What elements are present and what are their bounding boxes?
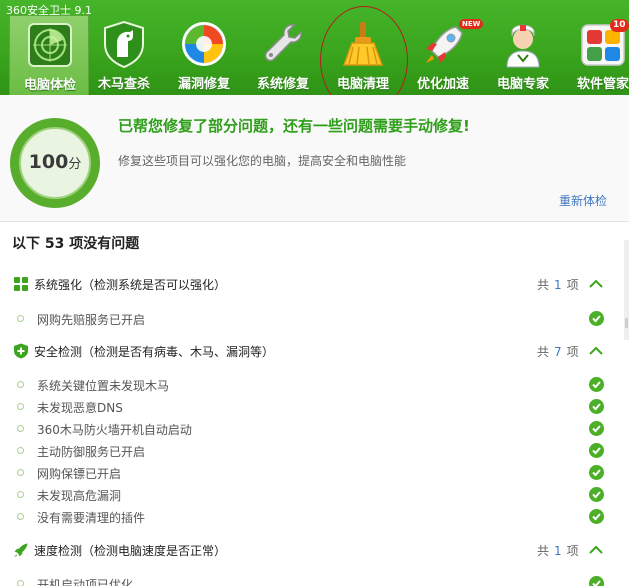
nav-vuln-fix[interactable]: 漏洞修复 bbox=[164, 15, 244, 95]
wrench-icon bbox=[264, 24, 302, 62]
bullet bbox=[17, 491, 24, 498]
count-suffix: 项 bbox=[566, 345, 579, 359]
bullet bbox=[17, 513, 24, 520]
item-text: 网购保镖已开启 bbox=[37, 467, 122, 481]
score-value: 100分 bbox=[21, 151, 89, 173]
new-badge: NEW bbox=[459, 19, 484, 29]
nav-label: 电脑清理 bbox=[336, 77, 389, 92]
check-icon bbox=[589, 377, 604, 392]
bullet bbox=[17, 425, 24, 432]
category-label: 速度检测（检测电脑速度是否正常） bbox=[34, 544, 227, 558]
category-label: 安全检测（检测是否有病毒、木马、漏洞等） bbox=[34, 345, 275, 359]
list-item: 开机启动项已优化 bbox=[0, 574, 629, 586]
check-icon bbox=[589, 576, 604, 586]
nav-software-manager[interactable]: 10 软件管家 bbox=[563, 15, 629, 95]
category-count: 共1项 bbox=[537, 276, 579, 293]
item-text: 系统关键位置未发现木马 bbox=[37, 379, 170, 393]
nav-label: 电脑专家 bbox=[496, 77, 549, 92]
nav-pc-cleanup[interactable]: 电脑清理 bbox=[323, 15, 403, 95]
check-icon bbox=[589, 443, 604, 458]
count-number: 7 bbox=[554, 345, 562, 359]
nav-pc-expert[interactable]: 电脑专家 bbox=[483, 15, 563, 95]
item-text: 360木马防火墙开机自动启动 bbox=[37, 423, 192, 437]
item-text: 未发现高危漏洞 bbox=[37, 489, 122, 503]
app-window: 360安全卫士 9.1 电脑体检 木马查杀 漏洞修复 系统修复 电脑清理 NEW… bbox=[0, 0, 629, 586]
chevron-up-icon[interactable] bbox=[589, 545, 603, 554]
horse-shield-icon bbox=[104, 20, 144, 69]
nav-optimize-speed[interactable]: NEW 优化加速 bbox=[403, 15, 484, 95]
nav-label: 木马查杀 bbox=[97, 77, 150, 92]
checkup-summary: 100分 已帮您修复了部分问题，还有一些问题需要手动修复! 修复这些项目可以强化… bbox=[0, 95, 629, 222]
item-text: 未发现恶意DNS bbox=[37, 401, 123, 415]
item-text: 开机启动项已优化 bbox=[37, 578, 134, 586]
category-count: 共7项 bbox=[537, 343, 579, 360]
shield-plus-icon bbox=[14, 343, 28, 359]
nav-label: 漏洞修复 bbox=[177, 77, 230, 92]
doctor-icon bbox=[506, 24, 540, 68]
score-unit: 分 bbox=[68, 157, 82, 172]
summary-title: 已帮您修复了部分问题，还有一些问题需要手动修复! bbox=[118, 117, 470, 135]
scrollbar[interactable] bbox=[624, 240, 629, 340]
count-prefix: 共 bbox=[537, 278, 550, 292]
item-text: 没有需要清理的插件 bbox=[37, 511, 146, 525]
nav-label: 系统修复 bbox=[256, 77, 309, 92]
nav-label: 电脑体检 bbox=[23, 78, 76, 93]
category-header-system-harden[interactable]: 系统强化（检测系统是否可以强化） 共1项 bbox=[0, 273, 629, 295]
results-heading: 以下 53 项没有问题 bbox=[12, 236, 140, 252]
category-header-security-check[interactable]: 安全检测（检测是否有病毒、木马、漏洞等） 共7项 bbox=[0, 340, 629, 362]
check-icon bbox=[589, 487, 604, 502]
list-item: 系统关键位置未发现木马 bbox=[0, 375, 629, 395]
bullet bbox=[17, 447, 24, 454]
check-icon bbox=[589, 465, 604, 480]
nav-trojan-scan[interactable]: 木马查杀 bbox=[84, 15, 164, 95]
item-text: 网购先赔服务已开启 bbox=[37, 313, 146, 327]
chevron-up-icon[interactable] bbox=[589, 279, 603, 288]
score-inner: 100分 bbox=[19, 127, 91, 199]
count-number: 1 bbox=[554, 278, 562, 292]
broom-icon bbox=[342, 22, 384, 66]
recheck-link[interactable]: 重新体检 bbox=[559, 192, 607, 209]
list-item: 未发现高危漏洞 bbox=[0, 485, 629, 505]
list-item: 未发现恶意DNS bbox=[0, 397, 629, 417]
windows-patch-icon bbox=[182, 22, 226, 66]
speed-rocket-icon bbox=[14, 543, 28, 557]
count-prefix: 共 bbox=[537, 544, 550, 558]
check-icon bbox=[589, 399, 604, 414]
count-suffix: 项 bbox=[566, 544, 579, 558]
count-suffix: 项 bbox=[566, 278, 579, 292]
bullet bbox=[17, 403, 24, 410]
nav-label: 软件管家 bbox=[576, 77, 629, 92]
list-item: 360木马防火墙开机自动启动 bbox=[0, 419, 629, 439]
score-ring: 100分 bbox=[10, 118, 100, 208]
radar-icon bbox=[28, 23, 72, 67]
bullet bbox=[17, 580, 24, 586]
nav-system-repair[interactable]: 系统修复 bbox=[243, 15, 323, 95]
list-item: 网购保镖已开启 bbox=[0, 463, 629, 483]
summary-subtitle: 修复这些项目可以强化您的电脑，提高安全和电脑性能 bbox=[118, 154, 407, 168]
score-number: 100 bbox=[28, 151, 69, 173]
count-prefix: 共 bbox=[537, 345, 550, 359]
update-count-badge: 10 bbox=[610, 19, 629, 32]
category-label: 系统强化（检测系统是否可以强化） bbox=[34, 278, 227, 292]
item-text: 主动防御服务已开启 bbox=[37, 445, 146, 459]
category-count: 共1项 bbox=[537, 542, 579, 559]
count-number: 1 bbox=[554, 544, 562, 558]
bullet bbox=[17, 315, 24, 322]
nav-label: 优化加速 bbox=[416, 77, 469, 92]
check-icon bbox=[589, 421, 604, 436]
bullet bbox=[17, 381, 24, 388]
list-item: 网购先赔服务已开启 bbox=[0, 309, 629, 329]
bullet bbox=[17, 469, 24, 476]
check-icon bbox=[589, 311, 604, 326]
category-header-speed-check[interactable]: 速度检测（检测电脑速度是否正常） 共1项 bbox=[0, 539, 629, 561]
list-item: 主动防御服务已开启 bbox=[0, 441, 629, 461]
check-icon bbox=[589, 509, 604, 524]
nav-pc-checkup[interactable]: 电脑体检 bbox=[9, 15, 89, 95]
top-toolbar: 360安全卫士 9.1 电脑体检 木马查杀 漏洞修复 系统修复 电脑清理 NEW… bbox=[0, 0, 629, 114]
chevron-up-icon[interactable] bbox=[589, 346, 603, 355]
list-item: 没有需要清理的插件 bbox=[0, 507, 629, 527]
windows-blocks-icon bbox=[14, 277, 28, 291]
